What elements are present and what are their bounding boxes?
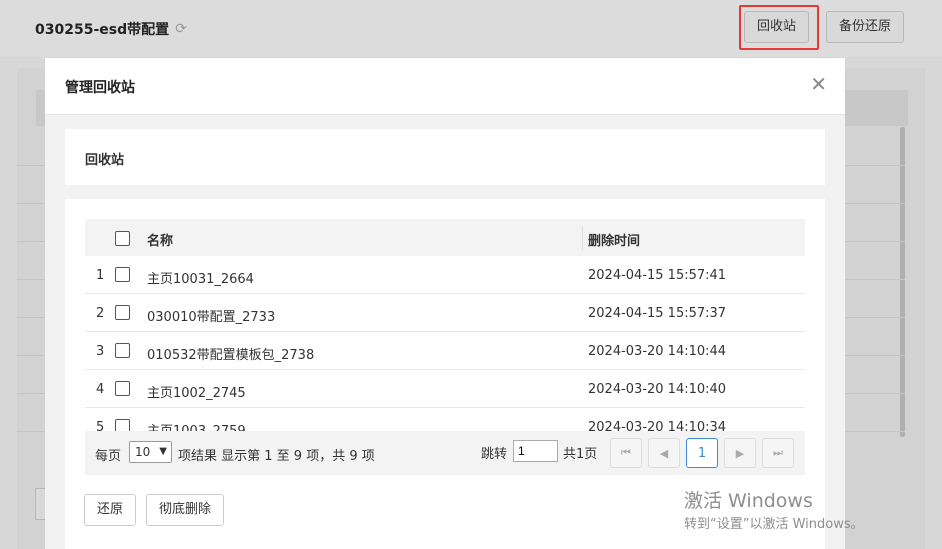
recycle-table: 名称 删除时间 1 主页10031_2664 2024-04-15 15:57:… [85,219,805,431]
page-divider [17,317,45,318]
pagination-bar: 每页 10 ▼ 项结果 显示第 1 至 9 项，共 9 项 跳转 共1页 ⏮ ◀… [85,431,805,475]
prev-page-icon[interactable]: ◀ [648,438,680,468]
page-divider [17,241,45,242]
next-page-icon[interactable]: ▶ [724,438,756,468]
page-title-text: 030255-esd带配置 [35,22,170,38]
page-divider [845,203,905,204]
windows-activation-watermark: 激活 Windows [684,490,813,512]
row-index: 5 [96,420,105,431]
row-delete-time: 2024-03-20 14:10:34 [588,420,727,431]
section-title: 回收站 [85,153,125,168]
total-pages: 共1页 [563,447,598,462]
page-divider [845,165,905,166]
select-all-checkbox[interactable] [115,231,130,250]
page-divider [17,431,45,432]
row-checkbox[interactable] [115,419,130,431]
chevron-down-icon: ▼ [159,446,167,457]
row-name: 030010带配置_2733 [147,310,276,325]
backup-restore-button[interactable]: 备份还原 [826,11,905,43]
page-title: 030255-esd带配置 ⟳ [35,19,187,39]
per-page-select[interactable]: 10 ▼ [129,441,172,463]
column-header-name: 名称 [147,234,174,249]
first-page-icon[interactable]: ⏮ [610,438,642,468]
page-divider [17,393,45,394]
row-delete-time: 2024-04-15 15:57:41 [588,268,727,283]
page-divider [17,279,45,280]
row-name: 主页1003_2759 [147,420,246,431]
page-divider [845,317,905,318]
page-divider [845,355,905,356]
table-header: 名称 删除时间 [85,219,805,256]
row-delete-time: 2024-03-20 14:10:40 [588,382,727,397]
row-index: 3 [96,344,105,359]
modal-header: 管理回收站 ✕ [45,58,845,115]
page-divider [845,279,905,280]
close-icon[interactable]: ✕ [810,73,827,95]
recycle-bin-modal: 管理回收站 ✕ 回收站 名称 删除时间 1 主页10031_2664 2024-… [45,58,845,549]
row-index: 4 [96,382,105,397]
page-divider [845,241,905,242]
row-delete-time: 2024-03-20 14:10:44 [588,344,727,359]
result-summary: 项结果 显示第 1 至 9 项，共 9 项 [178,449,375,464]
row-checkbox[interactable] [115,305,130,324]
table-row[interactable]: 3 010532带配置模板包_2738 2024-03-20 14:10:44 [85,332,805,370]
section-card: 回收站 [65,129,825,185]
page-divider [845,393,905,394]
highlight-box [739,5,819,50]
jump-label: 跳转 [481,447,508,462]
table-row[interactable]: 4 主页1002_2745 2024-03-20 14:10:40 [85,370,805,408]
row-checkbox[interactable] [115,381,130,400]
row-name: 主页10031_2664 [147,272,254,287]
last-page-icon[interactable]: ⏭ [762,438,794,468]
table-row[interactable]: 5 主页1003_2759 2024-03-20 14:10:34 [85,408,805,431]
row-delete-time: 2024-04-15 15:57:37 [588,306,727,321]
page-scrollbar[interactable] [900,127,905,437]
page-divider [17,165,45,166]
per-page-value: 10 [135,445,151,459]
column-header-delete-time: 删除时间 [588,234,641,249]
page-divider [845,431,905,432]
refresh-icon[interactable]: ⟳ [175,21,187,37]
row-name: 主页1002_2745 [147,386,246,401]
row-index: 2 [96,306,105,321]
row-checkbox[interactable] [115,343,130,362]
table-row[interactable]: 1 主页10031_2664 2024-04-15 15:57:41 [85,256,805,294]
per-page-label: 每页 [95,449,122,464]
current-page-button[interactable]: 1 [686,438,718,468]
modal-title: 管理回收站 [65,80,135,96]
windows-activation-hint: 转到“设置”以激活 Windows。 [684,517,864,532]
jump-page-input[interactable] [513,440,558,462]
table-row[interactable]: 2 030010带配置_2733 2024-04-15 15:57:37 [85,294,805,332]
row-index: 1 [96,268,105,283]
restore-button[interactable]: 还原 [84,494,137,526]
column-divider [582,226,583,250]
page-divider [17,203,45,204]
page-divider [17,355,45,356]
row-checkbox[interactable] [115,267,130,286]
delete-permanently-button[interactable]: 彻底删除 [146,494,225,526]
row-name: 010532带配置模板包_2738 [147,348,315,363]
